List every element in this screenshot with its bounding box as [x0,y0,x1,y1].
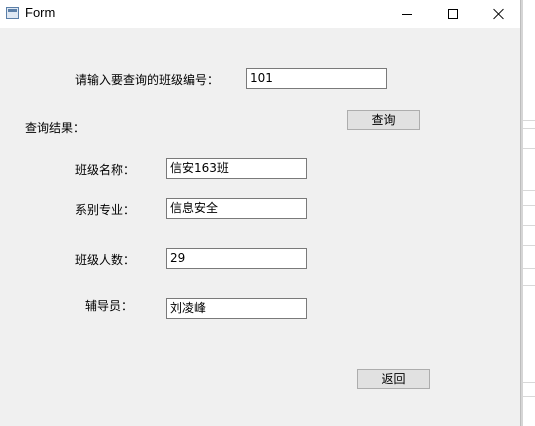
advisor-field[interactable]: 刘凌峰 [166,298,307,319]
advisor-label: 辅导员： [85,299,134,313]
class-count-label: 班级人数： [75,253,136,267]
background-divider [523,382,535,383]
class-name-label: 班级名称： [75,163,136,177]
search-button[interactable]: 查询 [347,110,420,130]
close-button[interactable] [476,0,522,28]
class-id-prompt-label: 请输入要查询的班级编号： [75,73,220,87]
background-divider [523,285,535,286]
major-field[interactable]: 信息安全 [166,198,307,219]
form-window-icon [6,7,19,19]
window-title: Form [25,5,56,20]
minimize-button[interactable] [384,0,430,28]
close-icon [493,8,505,20]
form-window: Form 请输入要查询的班级编号： 101 查询结果： 查询 班级名称： 信安1… [0,0,521,426]
maximize-icon [448,9,458,19]
background-divider [523,120,535,121]
background-divider [523,128,535,129]
major-label: 系别专业： [75,203,136,217]
background-divider [523,148,535,149]
background-window-edge [520,0,535,426]
class-name-field[interactable]: 信安163班 [166,158,307,179]
maximize-button[interactable] [430,0,476,28]
background-divider [523,245,535,246]
background-divider [523,225,535,226]
back-button[interactable]: 返回 [357,369,430,389]
class-id-input[interactable]: 101 [246,68,387,89]
results-heading: 查询结果： [25,121,86,135]
background-divider [523,190,535,191]
background-divider [523,205,535,206]
title-bar[interactable]: Form [0,0,520,28]
background-divider [523,396,535,397]
class-count-field[interactable]: 29 [166,248,307,269]
minimize-icon [402,13,412,15]
background-divider [523,268,535,269]
